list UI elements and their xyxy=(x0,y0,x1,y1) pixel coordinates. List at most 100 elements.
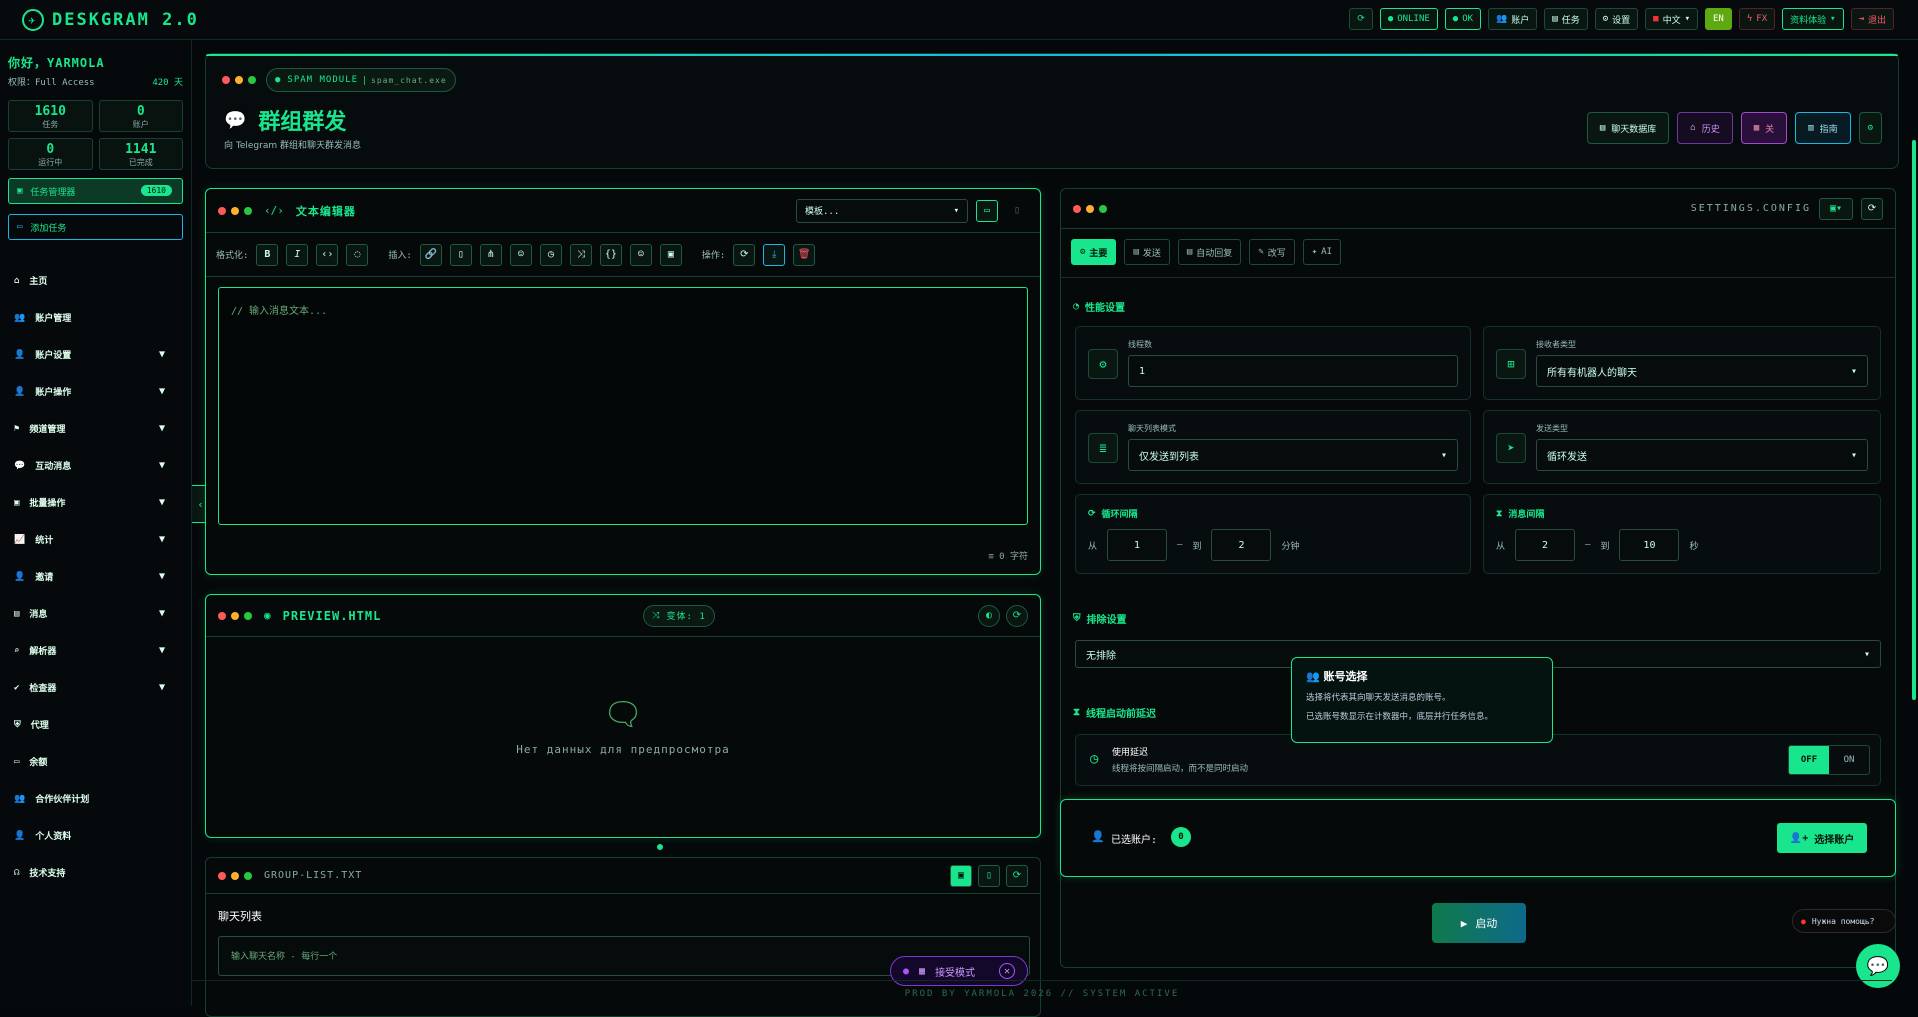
close-icon[interactable]: ✕ xyxy=(999,963,1015,979)
shuffle-button[interactable]: ⤨ xyxy=(569,243,592,266)
refresh-button[interactable]: ⟳ xyxy=(1349,8,1373,30)
status-dot-icon: ● xyxy=(903,965,910,977)
italic-button[interactable]: I xyxy=(286,243,309,266)
sidebar-item-10[interactable]: ⌕ 解析器 ▼ xyxy=(0,632,191,669)
sidebar-item-13[interactable]: ▭ 余额 xyxy=(0,743,191,780)
msg-to-input[interactable]: 10 xyxy=(1619,529,1680,561)
task-count-badge: 1610 xyxy=(140,185,172,196)
cycle-to-input[interactable]: 2 xyxy=(1211,529,1272,561)
toggle-off[interactable]: OFF xyxy=(1789,746,1829,774)
bookmark-icon: ▯ xyxy=(1013,205,1021,216)
format-toolbar: 格式化: B I ‹› ◌ 插入: 🔗 ▯ ⋔ ☺ ◷ ⤨ {} ☺ ▣ 操作:… xyxy=(206,233,1040,277)
toggle-off-button[interactable]: ▦ 关 xyxy=(1740,112,1788,144)
top-bar: ✈ DESKGRAM 2.0 ⟳ ● ONLINE ● OK 👥 账户 ▤ 任务 ⚙ 设置… xyxy=(0,0,1918,40)
recipient-select[interactable]: 所有有机器人的聊天 ▾ xyxy=(1536,355,1868,387)
delete-button[interactable]: 🗑 xyxy=(793,243,816,266)
delay-toggle[interactable]: OFF ON xyxy=(1788,745,1870,775)
clock-button[interactable]: ◷ xyxy=(539,243,562,266)
spoiler-button[interactable]: ◌ xyxy=(346,243,369,266)
link-button[interactable]: 🔗 xyxy=(419,243,442,266)
toggle-on[interactable]: ON xyxy=(1829,746,1869,774)
bold-button[interactable]: B xyxy=(256,243,279,266)
chevron-down-icon: ▼ xyxy=(158,608,165,619)
recipient-card: ⊞ 接收者类型 所有有机器人的聊天 ▾ xyxy=(1483,326,1881,400)
tab-send[interactable]: ▤ 发送 xyxy=(1124,239,1170,265)
sidebar-item-14[interactable]: 👥 合作伙伴计划 xyxy=(0,780,191,817)
bot-button[interactable]: ☺ xyxy=(509,243,532,266)
sendtype-select[interactable]: 循环发送 ▾ xyxy=(1536,439,1868,471)
logout-button[interactable]: ⇥ 退出 xyxy=(1850,8,1894,30)
empty-message-icon: 🗨 xyxy=(602,695,644,733)
sidebar-item-7[interactable]: 📈 统计 ▼ xyxy=(0,521,191,558)
tab-rewrite[interactable]: ✎ 改写 xyxy=(1249,239,1295,265)
tasks-button[interactable]: ▤ 任务 xyxy=(1544,8,1588,30)
bookmark-button[interactable]: ▯ xyxy=(1006,200,1028,222)
app-logo[interactable]: ✈ DESKGRAM 2.0 xyxy=(22,8,199,31)
fx-button[interactable]: ϟ FX xyxy=(1738,8,1776,30)
sidebar-item-6[interactable]: ▣ 批量操作 ▼ xyxy=(0,484,191,521)
lang-badge[interactable]: EN xyxy=(1705,8,1732,30)
import-button[interactable]: ⤓ xyxy=(763,243,786,266)
sidebar-item-2[interactable]: 👤 账户设置 ▼ xyxy=(0,336,191,373)
msg-from-input[interactable]: 2 xyxy=(1515,529,1576,561)
chat-db-button[interactable]: ▤ 聊天数据库 xyxy=(1586,112,1670,144)
image-button[interactable]: ▣ xyxy=(659,243,682,266)
code-button[interactable]: ‹› xyxy=(316,243,339,266)
sidebar-item-label: 主页 xyxy=(29,277,48,287)
template-select[interactable]: 模板... ▾ xyxy=(796,198,968,223)
tab-ai[interactable]: ✦ AI xyxy=(1302,239,1342,265)
sidebar-item-8[interactable]: 👤 邀请 ▼ xyxy=(0,558,191,595)
sidebar-item-11[interactable]: ✔ 检查器 ▼ xyxy=(0,669,191,706)
sidebar-item-12[interactable]: ⛨ 代理 xyxy=(0,706,191,743)
save-template-button[interactable]: ▭ xyxy=(976,199,998,222)
shield-icon: ⛨ xyxy=(1073,613,1081,624)
file-icon: ▯ xyxy=(457,249,464,260)
resources-menu[interactable]: 资料体验 ▾ xyxy=(1782,8,1844,30)
reset-settings-button[interactable]: ⟳ xyxy=(1861,197,1883,220)
history-button[interactable]: ⌂ 历史 xyxy=(1677,112,1733,144)
import-list-button[interactable]: ▣ xyxy=(950,864,972,887)
refresh-list-button[interactable]: ⟳ xyxy=(1006,864,1028,887)
share-button[interactable]: ⋔ xyxy=(479,243,502,266)
help-pill[interactable]: ● Нужна помощь? xyxy=(1792,909,1896,933)
resize-handle[interactable] xyxy=(657,844,663,850)
tab-main[interactable]: ⚙ 主要 xyxy=(1071,239,1117,265)
sidebar-item-1[interactable]: 👥 账户管理 xyxy=(0,299,191,336)
selected-count-badge: 0 xyxy=(1171,827,1191,847)
sidebar-item-16[interactable]: ☊ 技术支持 xyxy=(0,854,191,891)
language-select[interactable]: ■ 中文 ▾ xyxy=(1645,8,1699,30)
guide-button[interactable]: ▥ 指南 xyxy=(1795,112,1851,144)
message-textarea[interactable]: // 输入消息文本... xyxy=(218,287,1028,525)
settings-button[interactable]: ⚙ 设置 xyxy=(1594,8,1639,30)
refresh-preview-button[interactable]: ⟳ xyxy=(1006,604,1028,627)
stat-card: 0 账户 xyxy=(98,100,183,132)
users-icon: 👥 xyxy=(1306,670,1324,683)
emoji-button[interactable]: ☺ xyxy=(629,243,652,266)
config-select[interactable]: ▣▾ xyxy=(1819,197,1853,220)
chevron-down-icon: ▼ xyxy=(158,386,165,397)
gear-button[interactable]: ⚙ xyxy=(1858,112,1882,144)
select-accounts-button[interactable]: 👤+ 选择账户 xyxy=(1777,823,1867,853)
file-button[interactable]: ▯ xyxy=(449,243,472,266)
sidebar-item-4[interactable]: ⚑ 频道管理 ▼ xyxy=(0,410,191,447)
chatlist-select[interactable]: 仅发送到列表 ▾ xyxy=(1128,439,1458,471)
cycle-from-input[interactable]: 1 xyxy=(1107,529,1168,561)
tab-autoreply[interactable]: ▤ 自动回复 xyxy=(1177,239,1242,265)
sidebar-item-0[interactable]: ⌂ 主页 xyxy=(0,262,191,299)
export-list-button[interactable]: ▯ xyxy=(978,864,1000,887)
accounts-button[interactable]: 👥 账户 xyxy=(1488,8,1538,30)
reset-button[interactable]: ⟳ xyxy=(733,243,756,266)
threads-input[interactable]: 1 xyxy=(1128,355,1458,387)
sidebar-item-label: 代理 xyxy=(30,721,49,731)
sidebar-item-15[interactable]: 👤 个人资料 xyxy=(0,817,191,854)
braces-button[interactable]: {} xyxy=(599,243,622,266)
sidebar-item-3[interactable]: 👤 账户操作 ▼ xyxy=(0,373,191,410)
task-manager-button[interactable]: ▣ 任务管理器 1610 xyxy=(8,178,183,204)
char-counter: ≡ 0 字符 xyxy=(988,552,1028,562)
sidebar-item-5[interactable]: 💬 互动消息 ▼ xyxy=(0,447,191,484)
palette-button[interactable]: ◐ xyxy=(978,604,1000,627)
page-scrollbar[interactable] xyxy=(1912,140,1916,700)
sidebar-item-9[interactable]: ▤ 消息 ▼ xyxy=(0,595,191,632)
start-button[interactable]: ▶ 启动 xyxy=(1432,903,1526,943)
add-task-button[interactable]: ▭ 添加任务 xyxy=(8,214,183,240)
